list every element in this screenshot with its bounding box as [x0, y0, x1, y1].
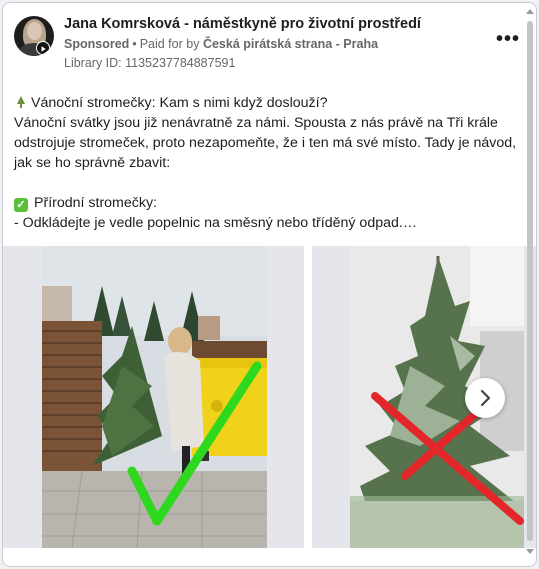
scroll-down-arrow-icon[interactable] — [526, 549, 534, 554]
page-avatar[interactable] — [14, 16, 54, 56]
separator-dot: • — [132, 37, 137, 51]
ad-card: Jana Komrsková - náměstkyně pro životní … — [2, 2, 537, 567]
scroll-thumb[interactable] — [527, 21, 533, 541]
section-title: Přírodní stromečky: — [34, 195, 157, 211]
headline: Vánoční stromečky: Kam s nimi když doslo… — [31, 95, 328, 111]
section-title-line: ✓ Přírodní stromečky: — [14, 193, 532, 213]
sponsored-label: Sponsored — [64, 37, 130, 51]
post-body: Vánoční stromečky: Kam s nimi když doslo… — [14, 93, 532, 233]
carousel-next-button[interactable] — [465, 378, 505, 418]
more-options-button[interactable]: ••• — [496, 29, 520, 49]
christmas-tree-icon — [17, 96, 25, 108]
headline-line: Vánoční stromečky: Kam s nimi když doslo… — [14, 93, 532, 113]
payer-name[interactable]: Česká pirátská strana - Praha — [203, 37, 378, 51]
library-id: Library ID: 1135237784887591 — [64, 56, 236, 70]
slide-1-photo[interactable] — [42, 246, 267, 548]
sponsored-line: Sponsored • Paid for by Česká pirátská str… — [64, 37, 378, 51]
paid-for-label: Paid for by — [139, 37, 200, 51]
chevron-right-icon — [480, 389, 491, 407]
section-line: - Odkládejte je vedle popelnic na směsný… — [14, 215, 418, 231]
play-badge-icon — [36, 41, 50, 55]
post-header: Jana Komrsková - náměstkyně pro životní … — [3, 3, 536, 79]
scroll-up-arrow-icon[interactable] — [526, 9, 534, 14]
vertical-scrollbar[interactable] — [526, 7, 534, 556]
intro-paragraph: Vánoční svátky jsou již nenávratně za ná… — [14, 115, 517, 171]
more-horizontal-icon: ••• — [495, 28, 520, 50]
check-mark-icon: ✓ — [14, 198, 28, 212]
page-name[interactable]: Jana Komrsková - náměstkyně pro životní … — [64, 16, 421, 32]
image-carousel — [3, 246, 536, 548]
